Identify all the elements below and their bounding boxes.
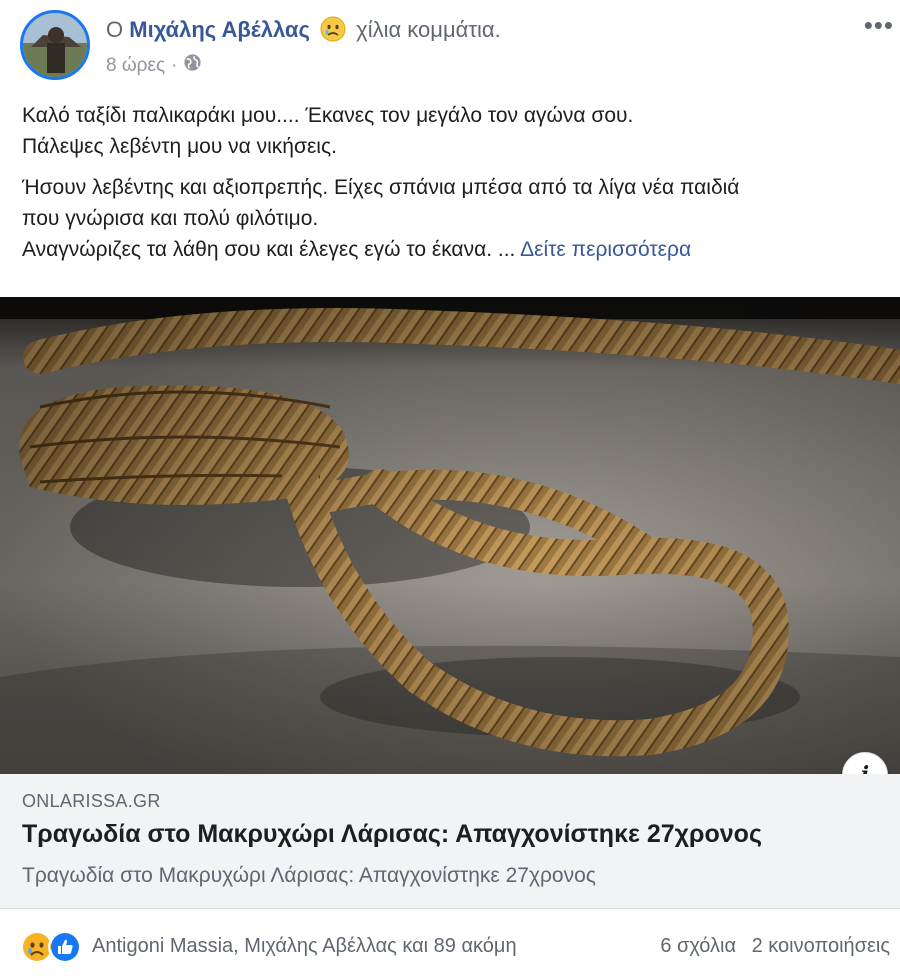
post-title-line: Ο Μιχάλης Αβέλλας χίλια κομμάτια.: [106, 16, 501, 43]
author-name[interactable]: Μιχάλης Αβέλλας: [129, 17, 310, 42]
link-preview-image[interactable]: [0, 297, 900, 774]
post-paragraph: Ήσουν λεβέντης και αξιοπρεπής. Είχες σπά…: [22, 172, 882, 265]
post-line: Πάλεψες λεβέντη μου να νικήσεις.: [22, 135, 337, 158]
post-footer: Antigoni Massia, Μιχάλης Αβέλλας και 89 …: [0, 914, 900, 980]
post-text: Καλό ταξίδι παλικαράκι μου.... Έκανες το…: [22, 100, 882, 275]
engagement-counts: 6 σχόλια 2 κοινοποιήσεις: [650, 935, 890, 958]
author-avatar[interactable]: [20, 10, 90, 80]
sad-feeling-icon: [320, 16, 346, 42]
feeling-text: χίλια κομμάτια.: [356, 17, 501, 42]
link-preview-box[interactable]: ONLARISSA.GR Τραγωδία στο Μακρυχώρι Λάρι…: [0, 774, 900, 909]
link-description: Τραγωδία στο Μακρυχώρι Λάρισας: Απαγχονί…: [22, 864, 596, 887]
reactors-text[interactable]: Antigoni Massia, Μιχάλης Αβέλλας και 89 …: [92, 935, 517, 958]
meta-separator: ·: [171, 54, 178, 76]
post-meta: 8 ώρες ·: [106, 53, 202, 78]
more-options-button[interactable]: •••: [864, 10, 894, 41]
post-header: Ο Μιχάλης Αβέλλας χίλια κομμάτια. 8 ώρες…: [0, 0, 900, 90]
link-title[interactable]: Τραγωδία στο Μακρυχώρι Λάρισας: Απαγχονί…: [22, 820, 762, 849]
globe-icon[interactable]: [183, 53, 202, 78]
reaction-icons[interactable]: [20, 930, 82, 964]
shares-count[interactable]: 2 κοινοποιήσεις: [752, 935, 890, 957]
comments-count[interactable]: 6 σχόλια: [660, 935, 736, 957]
post-line: Αναγνώριζες τα λάθη σου και έλεγες εγώ τ…: [22, 238, 516, 261]
post-time[interactable]: 8 ώρες: [106, 55, 165, 77]
post-line: Ήσουν λεβέντης και αξιοπρεπής. Είχες σπά…: [22, 176, 740, 199]
post-line: που γνώρισα και πολύ φιλότιμο.: [22, 207, 319, 230]
link-domain: ONLARISSA.GR: [22, 791, 161, 811]
post-line: Καλό ταξίδι παλικαράκι μου.... Έκανες το…: [22, 104, 634, 127]
post-paragraph: Καλό ταξίδι παλικαράκι μου.... Έκανες το…: [22, 100, 882, 162]
title-prefix: Ο: [106, 17, 124, 42]
like-reaction-icon: [48, 930, 82, 964]
see-more-link[interactable]: Δείτε περισσότερα: [520, 238, 691, 261]
